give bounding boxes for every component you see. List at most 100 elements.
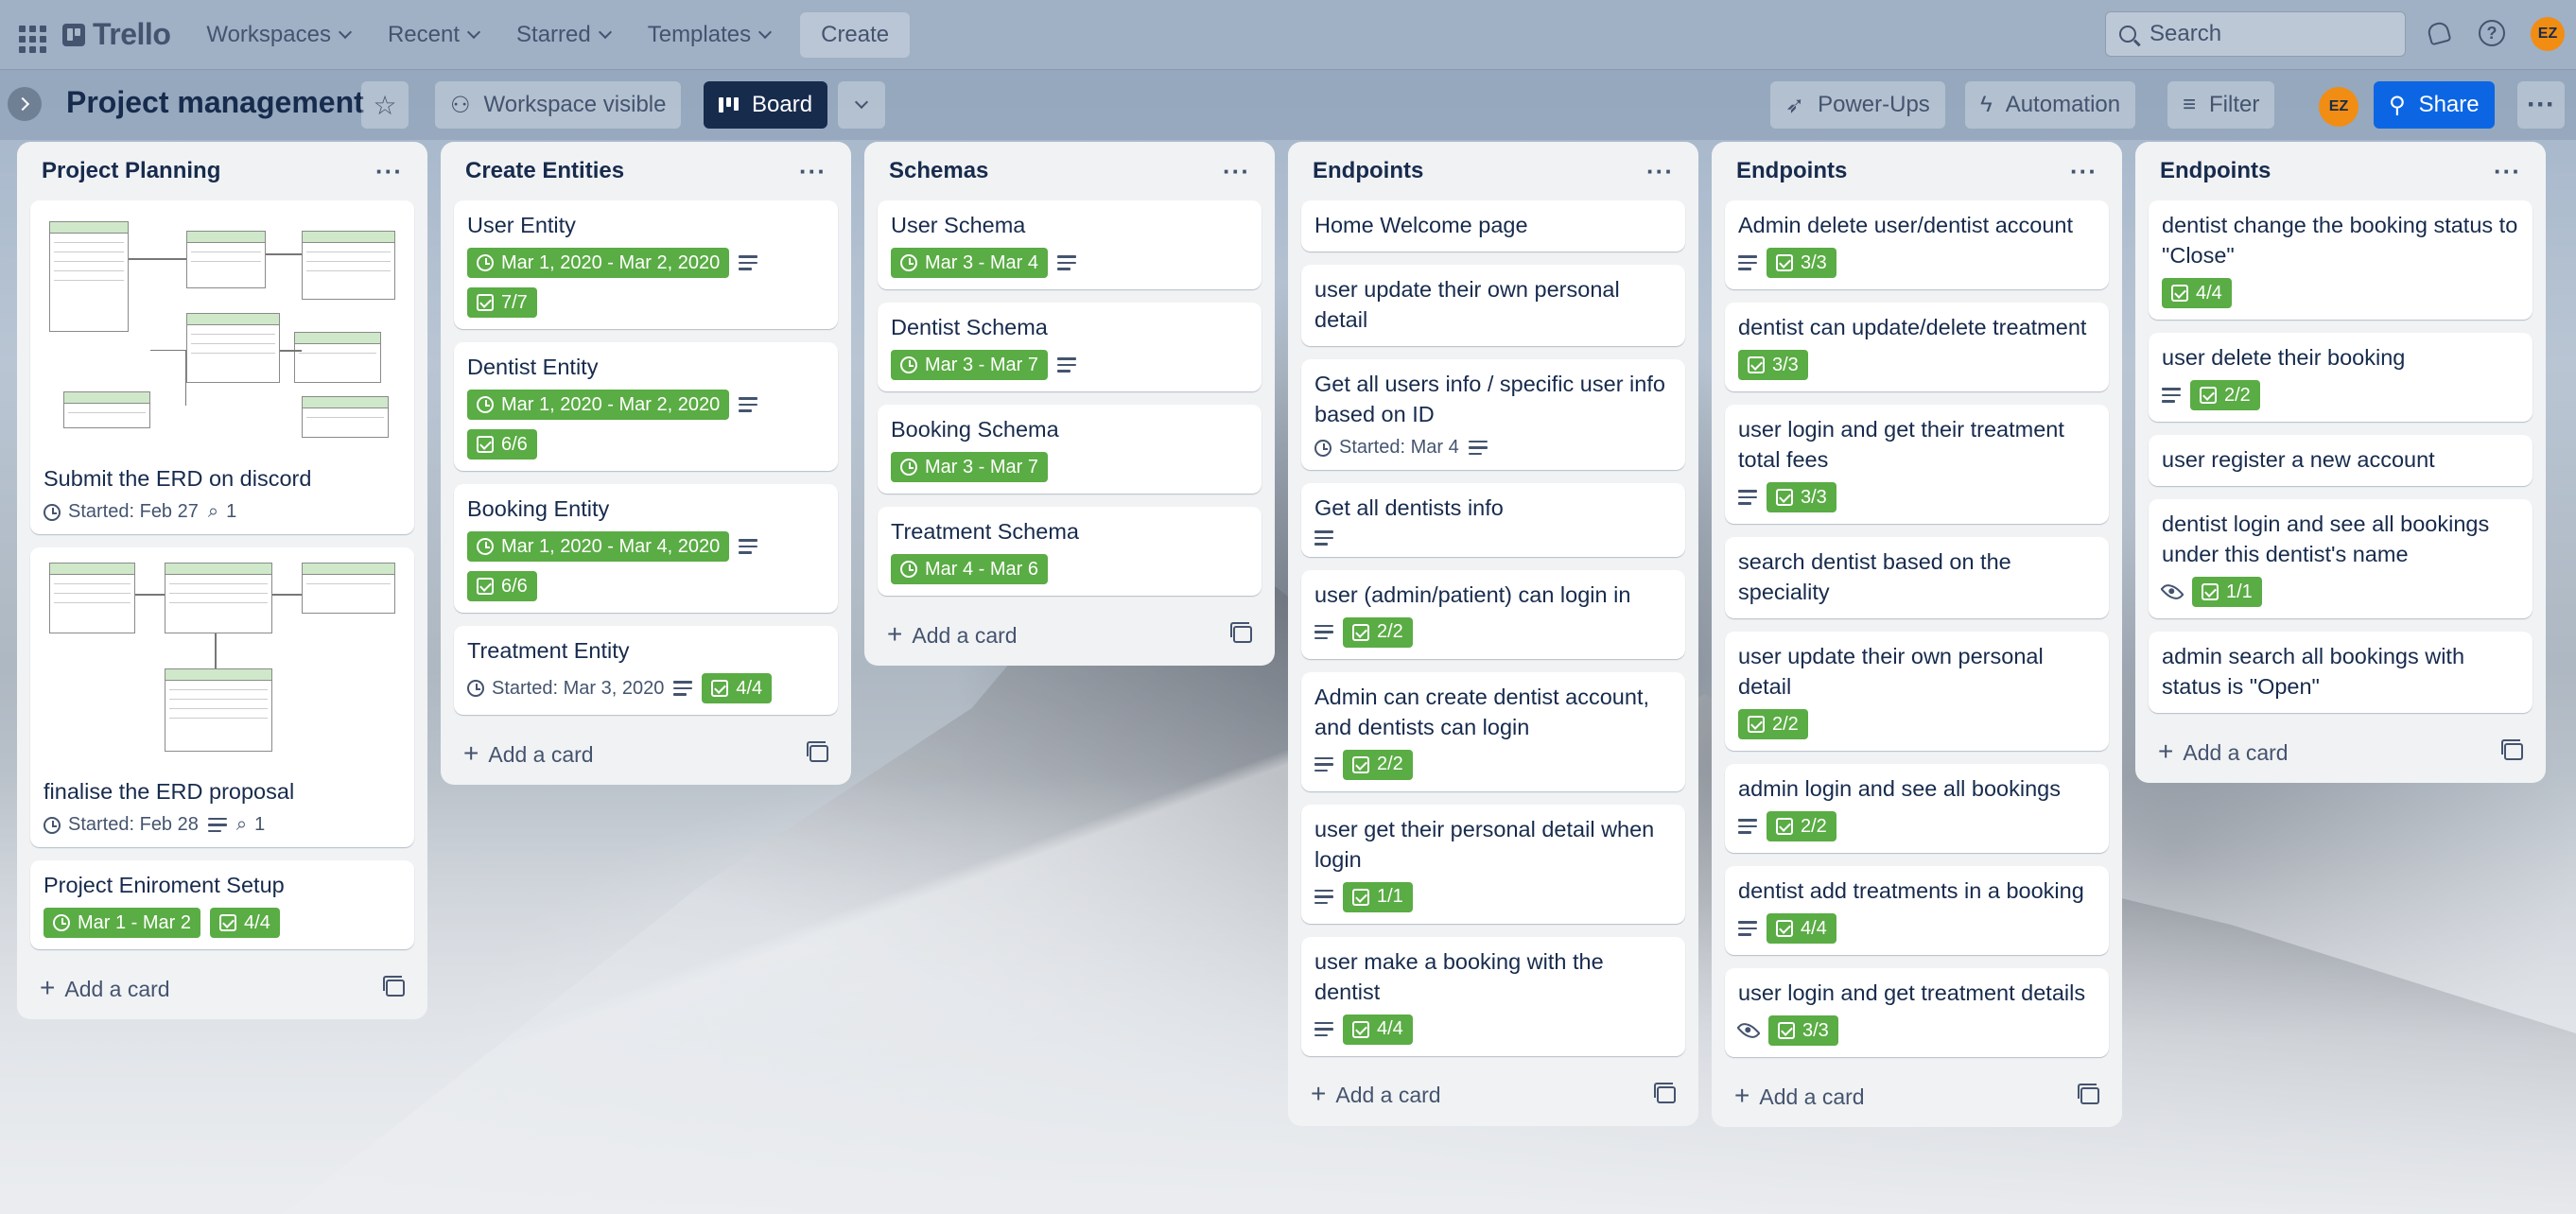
due-date-badge[interactable]: Mar 4 - Mar 6 xyxy=(891,554,1049,584)
card[interactable]: dentist login and see all bookings under… xyxy=(2149,499,2532,618)
card[interactable]: Booking Entity Mar 1, 2020 - Mar 4, 2020… xyxy=(454,484,838,613)
card[interactable]: user make a booking with the dentist 4/4 xyxy=(1301,936,1685,1056)
create-from-template-icon[interactable] xyxy=(1654,1082,1676,1103)
create-from-template-icon[interactable] xyxy=(1230,622,1252,643)
list-menu-icon[interactable]: ··· xyxy=(2070,157,2097,186)
card[interactable]: dentist change the booking status to "Cl… xyxy=(2149,200,2532,320)
board-title[interactable]: Project management xyxy=(66,85,364,120)
automation-button[interactable]: ϟ Automation xyxy=(1965,81,2136,129)
card[interactable]: Treatment Schema Mar 4 - Mar 6 xyxy=(878,507,1262,596)
checklist-badge: 4/4 xyxy=(1767,913,1836,944)
filter-button[interactable]: ≡ Filter xyxy=(2167,81,2275,129)
list-title[interactable]: Create Entities xyxy=(465,158,624,184)
share-button[interactable]: ⚲ Share xyxy=(2374,81,2495,129)
checklist-count: 6/6 xyxy=(501,575,528,597)
card[interactable]: Get all dentists info xyxy=(1301,483,1685,557)
card-badges: Mar 1, 2020 - Mar 2, 2020 7/7 xyxy=(467,248,825,318)
card[interactable]: Submit the ERD on discord Started: Feb 2… xyxy=(30,200,414,534)
nav-templates[interactable]: Templates xyxy=(633,14,785,56)
card[interactable]: Get all users info / specific user info … xyxy=(1301,359,1685,470)
add-card-label: Add a card xyxy=(2183,739,2289,765)
create-from-template-icon[interactable] xyxy=(2078,1084,2099,1104)
due-date-badge[interactable]: Mar 1, 2020 - Mar 4, 2020 xyxy=(467,531,730,562)
card[interactable]: Home Welcome page xyxy=(1301,200,1685,251)
board-menu-button[interactable]: ··· xyxy=(2517,81,2565,129)
card[interactable]: Project Eniroment Setup Mar 1 - Mar 2 4/… xyxy=(30,860,414,949)
card[interactable]: admin login and see all bookings 2/2 xyxy=(1725,764,2109,853)
add-card-button[interactable]: + Add a card xyxy=(2149,726,2532,777)
card[interactable]: Admin delete user/dentist account 3/3 xyxy=(1725,200,2109,289)
card[interactable]: User Schema Mar 3 - Mar 4 xyxy=(878,200,1262,289)
create-from-template-icon[interactable] xyxy=(2501,739,2523,760)
notifications-button[interactable] xyxy=(2425,19,2453,47)
card[interactable]: Treatment Entity Started: Mar 3, 2020 4/… xyxy=(454,626,838,715)
description-icon xyxy=(739,255,758,270)
nav-recent[interactable]: Recent xyxy=(373,14,494,56)
add-card-label: Add a card xyxy=(64,976,170,1001)
card[interactable]: search dentist based on the speciality xyxy=(1725,537,2109,618)
views-dropdown-button[interactable] xyxy=(838,81,885,129)
chevron-down-icon xyxy=(854,95,869,110)
list-title[interactable]: Endpoints xyxy=(2160,158,2271,184)
create-from-template-icon[interactable] xyxy=(807,741,828,762)
powerups-button[interactable]: ➶ Power-Ups xyxy=(1770,81,1945,129)
card[interactable]: user (admin/patient) can login in 2/2 xyxy=(1301,569,1685,659)
card[interactable]: user get their personal detail when logi… xyxy=(1301,804,1685,924)
star-board-button[interactable]: ☆ xyxy=(361,81,409,129)
list-menu-icon[interactable]: ··· xyxy=(2494,157,2521,186)
nav-workspaces[interactable]: Workspaces xyxy=(191,14,365,56)
card[interactable]: user update their own personal detail 2/… xyxy=(1725,632,2109,751)
list-menu-icon[interactable]: ··· xyxy=(799,157,827,186)
list-title[interactable]: Project Planning xyxy=(42,158,220,184)
list-menu-icon[interactable]: ··· xyxy=(1223,157,1250,186)
list-title[interactable]: Schemas xyxy=(889,158,988,184)
card[interactable]: Admin can create dentist account, and de… xyxy=(1301,671,1685,791)
board-view-button[interactable]: Board xyxy=(704,81,828,129)
nav-starred[interactable]: Starred xyxy=(501,14,625,56)
list-title[interactable]: Endpoints xyxy=(1736,158,1847,184)
card-badges: 3/3 xyxy=(1736,1015,2096,1046)
list-title[interactable]: Endpoints xyxy=(1313,158,1423,184)
add-card-button[interactable]: + Add a card xyxy=(878,609,1262,660)
card[interactable]: finalise the ERD proposal Started: Feb 2… xyxy=(30,547,414,847)
clock-icon xyxy=(44,816,61,834)
card[interactable]: dentist add treatments in a booking 4/4 xyxy=(1725,866,2109,955)
card[interactable]: user login and get their treatment total… xyxy=(1725,405,2109,524)
checklist-count: 2/2 xyxy=(2224,384,2251,406)
visibility-button[interactable]: ⚇ Workspace visible xyxy=(435,81,682,129)
card[interactable]: Dentist Entity Mar 1, 2020 - Mar 2, 2020… xyxy=(454,342,838,471)
help-button[interactable]: ? xyxy=(2478,19,2506,47)
search-input[interactable]: Search xyxy=(2105,11,2406,57)
card[interactable]: Booking Schema Mar 3 - Mar 7 xyxy=(878,405,1262,494)
sidebar-expand-button[interactable] xyxy=(8,87,42,121)
card[interactable]: Dentist Schema Mar 3 - Mar 7 xyxy=(878,303,1262,391)
due-date-badge[interactable]: Mar 3 - Mar 7 xyxy=(891,350,1049,380)
create-button[interactable]: Create xyxy=(800,11,911,58)
start-date-badge: Started: Feb 28 xyxy=(44,814,199,836)
add-card-button[interactable]: + Add a card xyxy=(454,728,838,779)
due-date-badge[interactable]: Mar 1 - Mar 2 xyxy=(44,908,201,938)
list-menu-icon[interactable]: ··· xyxy=(1646,157,1674,186)
due-date-badge[interactable]: Mar 1, 2020 - Mar 2, 2020 xyxy=(467,248,730,278)
account-avatar[interactable]: EZ xyxy=(2531,17,2565,51)
card[interactable]: User Entity Mar 1, 2020 - Mar 2, 2020 7/… xyxy=(454,200,838,329)
checklist-count: 2/2 xyxy=(1377,621,1403,642)
add-card-button[interactable]: + Add a card xyxy=(30,963,414,1014)
list-endpoints-1: Endpoints ··· Home Welcome page user upd… xyxy=(1288,142,1698,1126)
trello-logo[interactable]: Trello xyxy=(62,17,171,52)
add-card-button[interactable]: + Add a card xyxy=(1301,1069,1685,1120)
board-member-avatar[interactable]: EZ xyxy=(2319,87,2358,127)
due-date-badge[interactable]: Mar 3 - Mar 7 xyxy=(891,452,1049,482)
card[interactable]: user delete their booking 2/2 xyxy=(2149,333,2532,422)
app-switcher-icon[interactable] xyxy=(15,20,46,53)
card[interactable]: user update their own personal detail xyxy=(1301,265,1685,346)
card[interactable]: admin search all bookings with status is… xyxy=(2149,632,2532,713)
add-card-button[interactable]: + Add a card xyxy=(1725,1070,2109,1121)
card[interactable]: user register a new account xyxy=(2149,435,2532,486)
due-date-badge[interactable]: Mar 1, 2020 - Mar 2, 2020 xyxy=(467,390,730,420)
card[interactable]: user login and get treatment details 3/3 xyxy=(1725,968,2109,1057)
card[interactable]: dentist can update/delete treatment 3/3 xyxy=(1725,303,2109,391)
due-date-badge[interactable]: Mar 3 - Mar 4 xyxy=(891,248,1049,278)
create-from-template-icon[interactable] xyxy=(383,976,405,997)
list-menu-icon[interactable]: ··· xyxy=(375,157,403,186)
